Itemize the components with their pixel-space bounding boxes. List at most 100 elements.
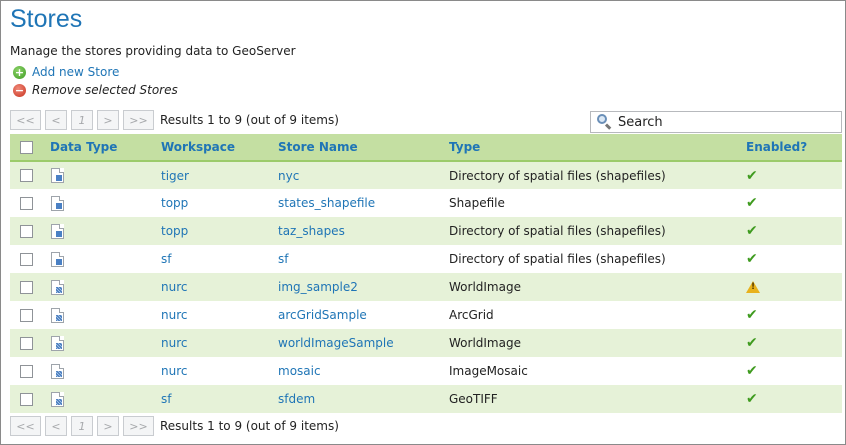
data-type-cell (50, 301, 161, 329)
pager-first-button[interactable]: << (10, 110, 41, 130)
pager-page-button[interactable]: 1 (71, 110, 93, 130)
row-checkbox[interactable] (20, 252, 33, 266)
row-select-cell (10, 329, 50, 357)
checkmark-icon: ✔ (746, 363, 758, 379)
pager-next-button[interactable]: > (97, 416, 119, 436)
type-cell: GeoTIFF (449, 385, 746, 413)
workspace-link[interactable]: tiger (161, 169, 189, 183)
search-box[interactable] (590, 111, 842, 133)
header-type[interactable]: Type (449, 134, 746, 162)
type-cell: Shapefile (449, 189, 746, 217)
pager-first-button[interactable]: << (10, 416, 41, 436)
row-checkbox[interactable] (20, 364, 33, 378)
row-select-cell (10, 273, 50, 301)
data-type-cell (50, 161, 161, 189)
pager-last-button[interactable]: >> (123, 416, 154, 436)
store-name-link[interactable]: worldImageSample (278, 336, 394, 350)
table-row: sf sfdem GeoTIFF ✔ (10, 385, 842, 413)
workspace-cell: sf (161, 385, 278, 413)
data-type-cell (50, 273, 161, 301)
checkmark-icon: ✔ (746, 307, 758, 323)
store-name-link[interactable]: sf (278, 252, 288, 266)
data-type-cell (50, 189, 161, 217)
store-name-link[interactable]: mosaic (278, 364, 321, 378)
workspace-cell: sf (161, 245, 278, 273)
data-type-cell (50, 357, 161, 385)
enabled-cell: ✔ (746, 217, 842, 245)
workspace-link[interactable]: sf (161, 252, 171, 266)
header-workspace[interactable]: Workspace (161, 134, 278, 162)
workspace-link[interactable]: nurc (161, 280, 187, 294)
workspace-link[interactable]: sf (161, 392, 171, 406)
store-name-link[interactable]: img_sample2 (278, 280, 358, 294)
header-enabled[interactable]: Enabled? (746, 134, 842, 162)
enabled-cell: ✔ (746, 245, 842, 273)
checkmark-icon: ✔ (746, 195, 758, 211)
raster-store-icon (51, 307, 64, 323)
raster-store-icon (51, 335, 64, 351)
row-select-cell (10, 161, 50, 189)
data-type-cell (50, 385, 161, 413)
store-name-cell: img_sample2 (278, 273, 449, 301)
checkmark-icon: ✔ (746, 167, 758, 184)
stores-table: Data Type Workspace Store Name Type Enab… (10, 134, 842, 413)
table-body: tiger nyc Directory of spatial files (shap… (10, 161, 842, 413)
search-input[interactable] (618, 114, 818, 130)
vector-store-icon (51, 195, 64, 211)
type-cell: Directory of spatial files (shapefiles) (449, 161, 746, 189)
row-select-cell (10, 245, 50, 273)
header-data-type[interactable]: Data Type (50, 134, 161, 162)
workspace-cell: topp (161, 217, 278, 245)
table-row: sf sf Directory of spatial files (shapefil… (10, 245, 842, 273)
enabled-cell (746, 273, 842, 301)
table-row: nurc worldImageSample WorldImage ✔ (10, 329, 842, 357)
table-row: nurc img_sample2 WorldImage (10, 273, 842, 301)
workspace-link[interactable]: nurc (161, 364, 187, 378)
vector-store-icon (51, 223, 64, 239)
row-checkbox[interactable] (20, 392, 33, 406)
store-name-link[interactable]: states_shapefile (278, 196, 375, 210)
workspace-link[interactable]: topp (161, 196, 188, 210)
row-checkbox[interactable] (20, 196, 33, 210)
row-checkbox[interactable] (20, 308, 33, 322)
row-checkbox[interactable] (20, 224, 33, 238)
store-name-cell: sf (278, 245, 449, 273)
pager-page-button[interactable]: 1 (71, 416, 93, 436)
type-cell: Directory of spatial files (shapefiles) (449, 245, 746, 273)
store-name-link[interactable]: taz_shapes (278, 224, 345, 238)
store-name-link[interactable]: nyc (278, 169, 299, 183)
page-description: Manage the stores providing data to GeoS… (10, 44, 296, 58)
select-all-checkbox[interactable] (20, 140, 33, 154)
add-store-action[interactable]: + Add new Store (13, 65, 119, 79)
pager-next-button[interactable]: > (97, 110, 119, 130)
pager-last-button[interactable]: >> (123, 110, 154, 130)
data-type-cell (50, 217, 161, 245)
remove-stores-link: Remove selected Stores (32, 83, 178, 97)
store-name-link[interactable]: sfdem (278, 392, 315, 406)
raster-store-icon (51, 279, 64, 295)
row-checkbox[interactable] (20, 169, 33, 182)
row-checkbox[interactable] (20, 336, 33, 350)
raster-store-icon (51, 363, 64, 379)
store-name-cell: mosaic (278, 357, 449, 385)
workspace-cell: nurc (161, 357, 278, 385)
enabled-cell: ✔ (746, 385, 842, 413)
row-checkbox[interactable] (20, 280, 33, 294)
workspace-link[interactable]: nurc (161, 308, 187, 322)
workspace-cell: nurc (161, 329, 278, 357)
pager-prev-button[interactable]: < (45, 416, 67, 436)
enabled-cell: ✔ (746, 357, 842, 385)
table-row: topp states_shapefile Shapefile ✔ (10, 189, 842, 217)
enabled-cell: ✔ (746, 189, 842, 217)
store-name-link[interactable]: arcGridSample (278, 308, 367, 322)
pager-prev-button[interactable]: < (45, 110, 67, 130)
add-store-link[interactable]: Add new Store (32, 65, 119, 79)
workspace-link[interactable]: topp (161, 224, 188, 238)
type-cell: WorldImage (449, 273, 746, 301)
pager-top: << < 1 > >> Results 1 to 9 (out of 9 ite… (10, 110, 339, 130)
header-store-name[interactable]: Store Name (278, 134, 449, 162)
workspace-link[interactable]: nurc (161, 336, 187, 350)
enabled-cell: ✔ (746, 161, 842, 189)
enabled-cell: ✔ (746, 329, 842, 357)
pager-results-text: Results 1 to 9 (out of 9 items) (160, 419, 339, 433)
